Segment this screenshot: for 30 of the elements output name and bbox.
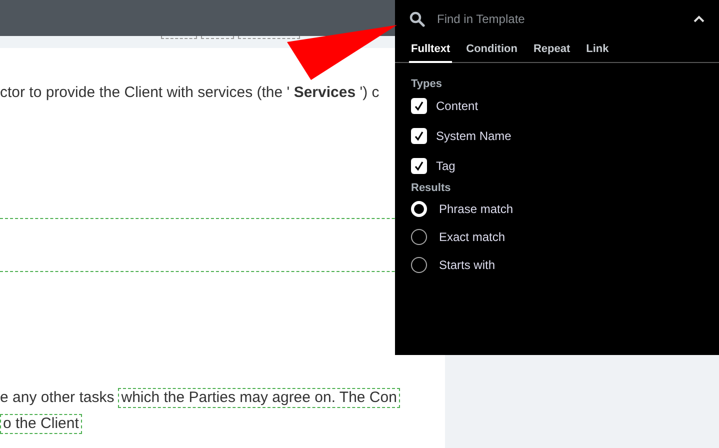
radio-button[interactable] — [411, 257, 427, 273]
filter-tab[interactable]: Fulltext — [409, 38, 452, 63]
search-icon — [409, 11, 425, 27]
template-field[interactable]: which the Parties may agree on. The Con — [118, 388, 400, 408]
tag-slot — [238, 36, 300, 39]
radio-label: Exact match — [439, 229, 506, 246]
checkbox-label: System Name — [436, 128, 512, 145]
radio-label: Phrase match — [439, 201, 514, 218]
paragraph-text: ctor to provide the Client with services (the ' Services ') c — [0, 84, 380, 101]
filter-tab[interactable]: Link — [584, 38, 611, 63]
section-heading: Results — [411, 181, 452, 195]
template-field[interactable]: o the Client — [0, 414, 82, 434]
tag-slot — [201, 36, 234, 39]
paragraph-text: e any other tasks — [0, 388, 114, 408]
checkbox-label: Tag — [436, 158, 456, 175]
radio-button[interactable] — [411, 229, 427, 245]
tag-slot — [161, 36, 197, 39]
search-field[interactable]: Find in Template — [437, 10, 681, 28]
checkbox[interactable] — [411, 128, 427, 144]
checkbox[interactable] — [411, 158, 427, 174]
check-icon — [414, 101, 424, 111]
filter-tab[interactable]: Repeat — [531, 38, 572, 63]
filter-tab[interactable]: Condition — [464, 38, 520, 63]
chevron-up-icon[interactable] — [693, 15, 705, 23]
check-icon — [414, 131, 424, 141]
radio-label: Starts with — [439, 257, 496, 274]
check-icon — [414, 161, 424, 171]
checkbox[interactable] — [411, 98, 427, 114]
section-heading: Types — [411, 77, 443, 91]
checkbox-label: Content — [436, 98, 478, 115]
